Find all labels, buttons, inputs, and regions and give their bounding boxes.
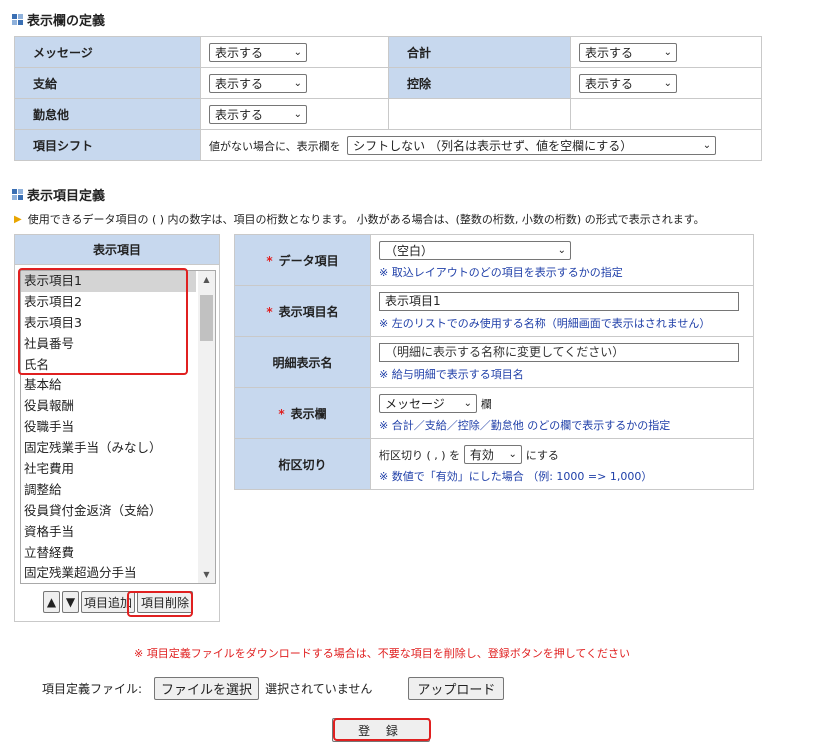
scroll-down-icon[interactable]: ▼ [198, 566, 215, 583]
highlight-frame [18, 268, 188, 375]
chevron-down-icon: ⌄ [293, 77, 302, 89]
message-label: メッセージ [14, 36, 201, 68]
section-title-items: 表示項目定義 [12, 185, 105, 204]
scroll-thumb[interactable] [200, 295, 213, 341]
list-item[interactable]: 立替経費 [21, 543, 196, 564]
item-name-hint: ※ 左のリストでのみ使用する名称（明細画面で表示はされません） [379, 316, 711, 330]
column-label: 表示欄 [290, 406, 327, 421]
separator-suffix: にする [525, 448, 559, 462]
section-title-display: 表示欄の定義 [12, 10, 105, 29]
shift-label: 項目シフト [14, 129, 201, 161]
data-item-label: データ項目 [278, 253, 339, 268]
chevron-down-icon: ⌄ [557, 244, 566, 256]
section-square-icon [12, 14, 23, 25]
pay-label: 支給 [14, 67, 201, 99]
attend-label: 勤怠他 [14, 98, 201, 130]
chevron-down-icon: ⌄ [508, 448, 517, 460]
data-item-select[interactable]: （空白） ⌄ [379, 240, 571, 260]
chevron-down-icon: ⌄ [293, 108, 302, 120]
file-label: 項目定義ファイル: [42, 682, 143, 696]
file-row: 項目定義ファイル: ファイルを選択 選択されていません アップロード [42, 677, 505, 700]
list-item[interactable]: 調整給 [21, 480, 196, 501]
data-item-hint: ※ 取込レイアウトのどの項目を表示するかの指定 [379, 265, 623, 279]
scroll-up-icon[interactable]: ▲ [198, 271, 215, 288]
separator-hint: ※ 数値で「有効」にした場合 （例: 1000 => 1,000） [379, 469, 653, 483]
deduct-label: 控除 [388, 67, 571, 99]
display-definition-table: メッセージ 表示する ⌄ 合計 表示する ⌄ 支給 表示する ⌄ 控除 表示する ⌄ 勤… [14, 36, 762, 161]
attend-select[interactable]: 表示する ⌄ [209, 104, 307, 124]
usage-note: ▶ 使用できるデータ項目の ( ) 内の数字は、項目の桁数となります。 小数があ… [14, 213, 705, 226]
list-item[interactable]: 役員貸付金返済（支給） [21, 501, 196, 522]
column-select[interactable]: メッセージ ⌄ [379, 393, 477, 413]
list-item[interactable]: 役職手当 [21, 417, 196, 438]
shift-prefix: 値がない場合に、表示欄を [209, 139, 341, 153]
column-hint: ※ 合計／支給／控除／勤怠他 のどの欄で表示するかの指定 [379, 418, 671, 432]
total-label: 合計 [388, 36, 571, 68]
list-item[interactable]: 資格手当 [21, 522, 196, 543]
shift-select[interactable]: シフトしない （列名は表示せず、値を空欄にする） ⌄ [347, 135, 717, 155]
list-item[interactable]: 役員報酬 [21, 396, 196, 417]
list-item[interactable]: 社宅費用 [21, 459, 196, 480]
chevron-down-icon: ⌄ [663, 46, 672, 58]
highlight-frame [127, 591, 193, 617]
chevron-down-icon: ⌄ [293, 46, 302, 58]
column-suffix: 欄 [480, 397, 492, 411]
triangle-right-icon: ▶ [14, 213, 22, 225]
required-mark: * [266, 253, 273, 268]
separator-prefix: 桁区切り ( , ) を [379, 448, 461, 462]
item-name-label: 表示項目名 [278, 304, 339, 319]
item-form-table: * データ項目 （空白） ⌄ ※ 取込レイアウトのどの項目を表示するかの指定 * 表示… [234, 234, 754, 490]
required-mark: * [278, 406, 285, 421]
item-list-header: 表示項目 [15, 235, 219, 265]
move-down-button[interactable]: ▼ [62, 591, 79, 613]
chevron-down-icon: ⌄ [702, 139, 712, 151]
list-item[interactable]: 固定残業手当（みなし） [21, 438, 196, 459]
required-mark: * [266, 304, 273, 319]
choose-file-button[interactable]: ファイルを選択 [154, 677, 260, 700]
deduct-select[interactable]: 表示する ⌄ [579, 73, 677, 93]
total-select[interactable]: 表示する ⌄ [579, 42, 677, 62]
message-select[interactable]: 表示する ⌄ [209, 42, 307, 62]
chevron-down-icon: ⌄ [663, 77, 672, 89]
section-square-icon [12, 189, 23, 200]
pay-select[interactable]: 表示する ⌄ [209, 73, 307, 93]
download-warning: ※ 項目定義ファイルをダウンロードする場合は、不要な項目を削除し、登録ボタンを押… [134, 647, 631, 660]
upload-button[interactable]: アップロード [408, 677, 505, 700]
listbox-scrollbar[interactable]: ▲ ▼ [198, 271, 215, 583]
chevron-down-icon: ⌄ [463, 397, 472, 409]
list-item[interactable]: 基本給 [21, 375, 196, 396]
detail-name-hint: ※ 給与明細で表示する項目名 [379, 367, 524, 381]
separator-select[interactable]: 有効 ⌄ [463, 444, 522, 464]
list-item[interactable]: 固定残業超過分手当 [21, 563, 196, 583]
separator-label: 桁区切り [234, 438, 371, 490]
detail-name-input[interactable]: （明細に表示する名称に変更してください） [379, 342, 739, 362]
item-name-input[interactable]: 表示項目1 [379, 291, 739, 311]
move-up-button[interactable]: ▲ [43, 591, 60, 613]
file-status: 選択されていません [265, 682, 373, 696]
detail-name-label: 明細表示名 [234, 336, 371, 388]
highlight-frame [333, 718, 431, 741]
